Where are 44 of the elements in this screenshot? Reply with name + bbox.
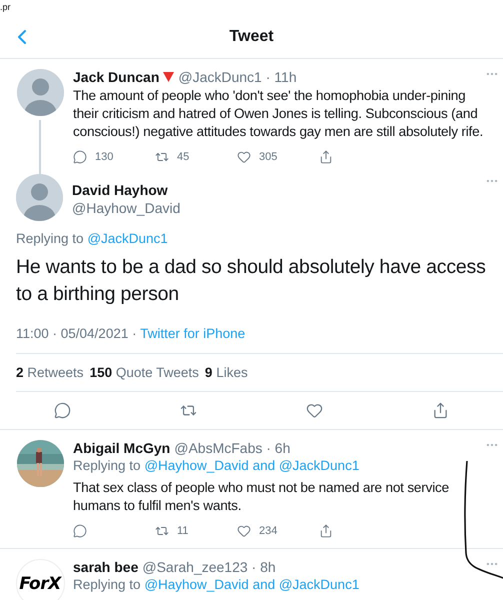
stat-link[interactable]: 9 Likes [204, 365, 248, 380]
timestamp: 11:00 · 05/04/2021 · [16, 326, 137, 341]
retweet-button[interactable]: 45 [155, 150, 237, 164]
user-name: Jack Duncan [73, 69, 160, 85]
heart-icon [237, 150, 251, 164]
user-name: David Hayhow [72, 182, 168, 198]
user-handle: @AbsMcFabs · 6h [174, 440, 290, 456]
replying-label: Replying to [73, 577, 141, 592]
user-name: sarah bee [73, 559, 138, 575]
page-title: Tweet [229, 28, 274, 46]
stat-link[interactable]: 150 Quote Tweets [90, 365, 199, 380]
stat-link[interactable]: 2 Retweets [16, 365, 84, 380]
mention-link[interactable]: @Hayhow_David and @JackDunc1 [144, 577, 360, 592]
user-handle: @Sarah_zee123 · 8h [142, 559, 276, 575]
avatar-logo[interactable]: ForX [19, 574, 61, 594]
user-name: Abigail McGyn [73, 440, 170, 456]
tweet-text: He wants to be a dad so should absolutely have access to a birthing person [16, 255, 487, 307]
user-handle: @Hayhow_David [72, 200, 180, 216]
replying-label: Replying to [73, 458, 141, 473]
mention-link[interactable]: @JackDunc1 [87, 231, 168, 246]
share-button[interactable] [432, 402, 449, 419]
reply-button[interactable] [54, 402, 72, 419]
source-link[interactable]: Twitter for iPhone [140, 326, 246, 341]
reply-icon [73, 150, 87, 164]
avatar[interactable] [16, 69, 64, 116]
retweet-icon [155, 150, 169, 164]
mention-link[interactable]: @Hayhow_David and @JackDunc1 [144, 458, 360, 473]
reply-icon [73, 524, 87, 538]
retweet-button[interactable]: 11 [155, 524, 237, 538]
avatar[interactable]: ForX [16, 559, 64, 600]
like-button[interactable]: 305 [237, 150, 319, 164]
user-handle: @JackDunc1 · 11h [178, 69, 297, 85]
status-text: .pr [0, 1, 12, 14]
share-icon [319, 524, 333, 538]
tweet-text: That sex class of people who must not be named are not service humans to fulfil men's wants. [73, 479, 450, 515]
like-button[interactable] [306, 402, 323, 419]
retweet-icon [155, 524, 169, 538]
heart-icon [237, 524, 251, 538]
like-button[interactable]: 234 [237, 524, 319, 538]
reply-button[interactable]: 130 [73, 150, 155, 164]
replying-label: Replying to [16, 231, 84, 246]
share-icon [319, 150, 333, 164]
avatar[interactable] [16, 174, 63, 221]
tweet-text: The amount of people who 'don't see' the homophobia under-pining their criticism and hatred of Owen Jones is telling. Subconscious (and conscious!) negative attitudes towards gay men are still absolutely rife. [73, 87, 484, 141]
